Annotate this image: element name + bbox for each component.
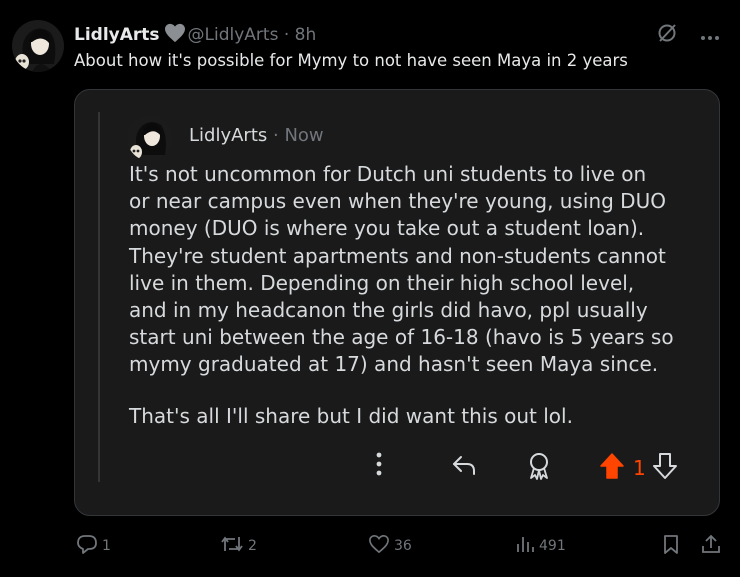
top-right-actions [656, 22, 720, 48]
reply-button[interactable]: 1 [76, 534, 111, 558]
comment-body: It's not uncommon for Dutch uni students… [129, 161, 699, 430]
timestamp[interactable]: 8h [295, 25, 317, 45]
views-count: 491 [539, 538, 566, 554]
downvote-icon[interactable] [652, 452, 678, 484]
comment-header: LidlyArts · Now [189, 125, 324, 146]
comment-avatar[interactable] [127, 115, 173, 161]
avatar[interactable] [12, 20, 64, 72]
dot-separator: · [267, 125, 285, 146]
thread-line [98, 112, 100, 482]
more-icon[interactable] [700, 26, 720, 45]
comment-time: Now [284, 125, 324, 146]
comment-paragraph: It's not uncommon for Dutch uni students… [129, 162, 674, 377]
comment-actions: 1 [75, 448, 719, 488]
reply-arrow-icon[interactable] [451, 454, 477, 476]
upvote-count: 1 [633, 456, 646, 480]
tweet-text: About how it's possible for Mymy to not … [74, 51, 628, 70]
tweet-header: LidlyArts @LidlyArts · 8h [74, 23, 316, 48]
share-icon[interactable] [701, 534, 721, 554]
kebab-icon[interactable] [376, 452, 382, 476]
comment-paragraph: That's all I'll share but I did want thi… [129, 403, 573, 428]
reply-count: 1 [102, 538, 111, 554]
grok-icon[interactable] [656, 22, 678, 48]
like-icon [368, 534, 390, 558]
handle[interactable]: @LidlyArts [188, 25, 279, 45]
award-icon[interactable] [526, 452, 552, 480]
embedded-image[interactable]: LidlyArts · Now It's not uncommon for Du… [74, 89, 720, 516]
repost-button[interactable]: 2 [220, 534, 257, 558]
repost-icon [220, 534, 244, 558]
display-name[interactable]: LidlyArts [74, 25, 160, 45]
upvote-icon[interactable] [599, 452, 625, 484]
bookmark-icon[interactable] [662, 534, 680, 554]
tweet-actions: 1 2 36 491 [0, 534, 740, 560]
views-button[interactable]: 491 [515, 534, 566, 558]
vote-group: 1 [599, 452, 678, 484]
like-count: 36 [394, 538, 412, 554]
dot-separator: · [278, 25, 295, 45]
reply-icon [76, 534, 98, 558]
like-button[interactable]: 36 [368, 534, 412, 558]
comment-username[interactable]: LidlyArts [189, 125, 267, 146]
views-icon [515, 534, 535, 558]
heart-icon [164, 23, 186, 48]
repost-count: 2 [248, 538, 257, 554]
